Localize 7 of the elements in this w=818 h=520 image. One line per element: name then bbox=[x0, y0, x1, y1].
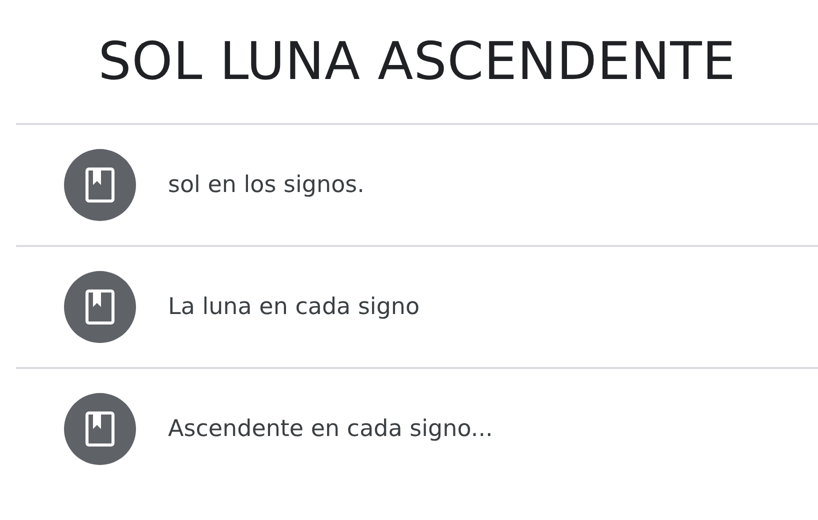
book-icon bbox=[64, 149, 136, 221]
item-link[interactable]: sol en los signos. bbox=[168, 172, 364, 198]
item-link[interactable]: Ascendente en cada signo... bbox=[168, 416, 493, 442]
page-title: SOL LUNA ASCENDENTE bbox=[98, 32, 736, 92]
item-link[interactable]: La luna en cada signo bbox=[168, 294, 420, 320]
book-icon bbox=[64, 271, 136, 343]
book-icon bbox=[64, 393, 136, 465]
